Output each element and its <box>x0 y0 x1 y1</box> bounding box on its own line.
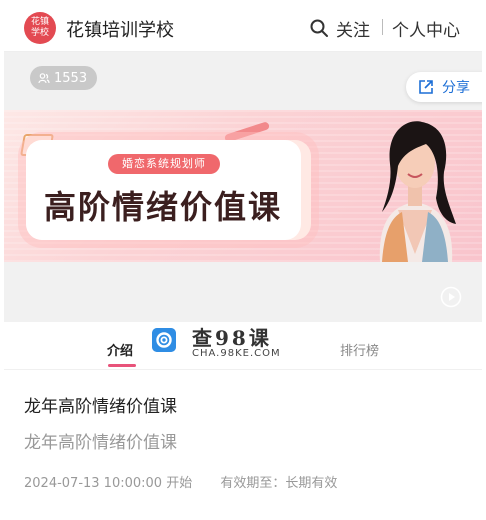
view-count-badge: 1553 <box>30 66 98 90</box>
course-meta: 2024-07-13 10:00:00 开始 有效期至：长期有效 <box>24 472 337 491</box>
school-logo[interactable]: 花镇 学校 <box>24 12 56 44</box>
users-icon <box>38 73 50 84</box>
tab-ranking[interactable]: 排行榜 <box>340 340 379 359</box>
watermark-subtitle: CHA.98KE.COM <box>192 348 281 359</box>
course-title: 龙年高阶情绪价值课 <box>24 397 177 417</box>
video-area <box>4 262 482 322</box>
instructor-photo <box>379 121 456 262</box>
logo-text-line2: 学校 <box>30 28 49 38</box>
header-divider <box>382 19 383 35</box>
search-icon[interactable] <box>309 18 329 38</box>
course-validity: 有效期至：长期有效 <box>220 476 338 491</box>
follow-button[interactable]: 关注 <box>336 16 370 41</box>
watermark-title: 查98课 <box>192 326 272 350</box>
banner-course-title: 高阶情绪价值课 <box>44 188 283 226</box>
logo-text-line1: 花镇 <box>30 17 49 27</box>
tab-intro[interactable]: 介绍 <box>107 340 133 359</box>
watermark-logo-icon <box>152 328 176 352</box>
banner-tag: 婚恋系统规划师 <box>108 154 220 174</box>
header: 花镇 学校 花镇培训学校 关注 个人中心 <box>4 4 482 52</box>
page: 花镇 学校 花镇培训学校 关注 个人中心 1553 婚恋系统规划师 高阶情绪价值… <box>4 4 482 516</box>
course-start-time: 2024-07-13 10:00:00 开始 <box>24 476 193 491</box>
personal-center-link[interactable]: 个人中心 <box>392 16 460 41</box>
share-button[interactable]: 分享 <box>406 72 482 102</box>
share-icon <box>419 80 433 94</box>
course-subtitle: 龙年高阶情绪价值课 <box>24 433 177 453</box>
play-icon[interactable] <box>440 286 462 308</box>
view-count: 1553 <box>54 70 88 86</box>
school-name[interactable]: 花镇培训学校 <box>66 16 174 42</box>
course-banner: 婚恋系统规划师 高阶情绪价值课 <box>4 110 482 262</box>
share-label: 分享 <box>442 80 470 96</box>
tab-active-indicator <box>108 364 136 367</box>
